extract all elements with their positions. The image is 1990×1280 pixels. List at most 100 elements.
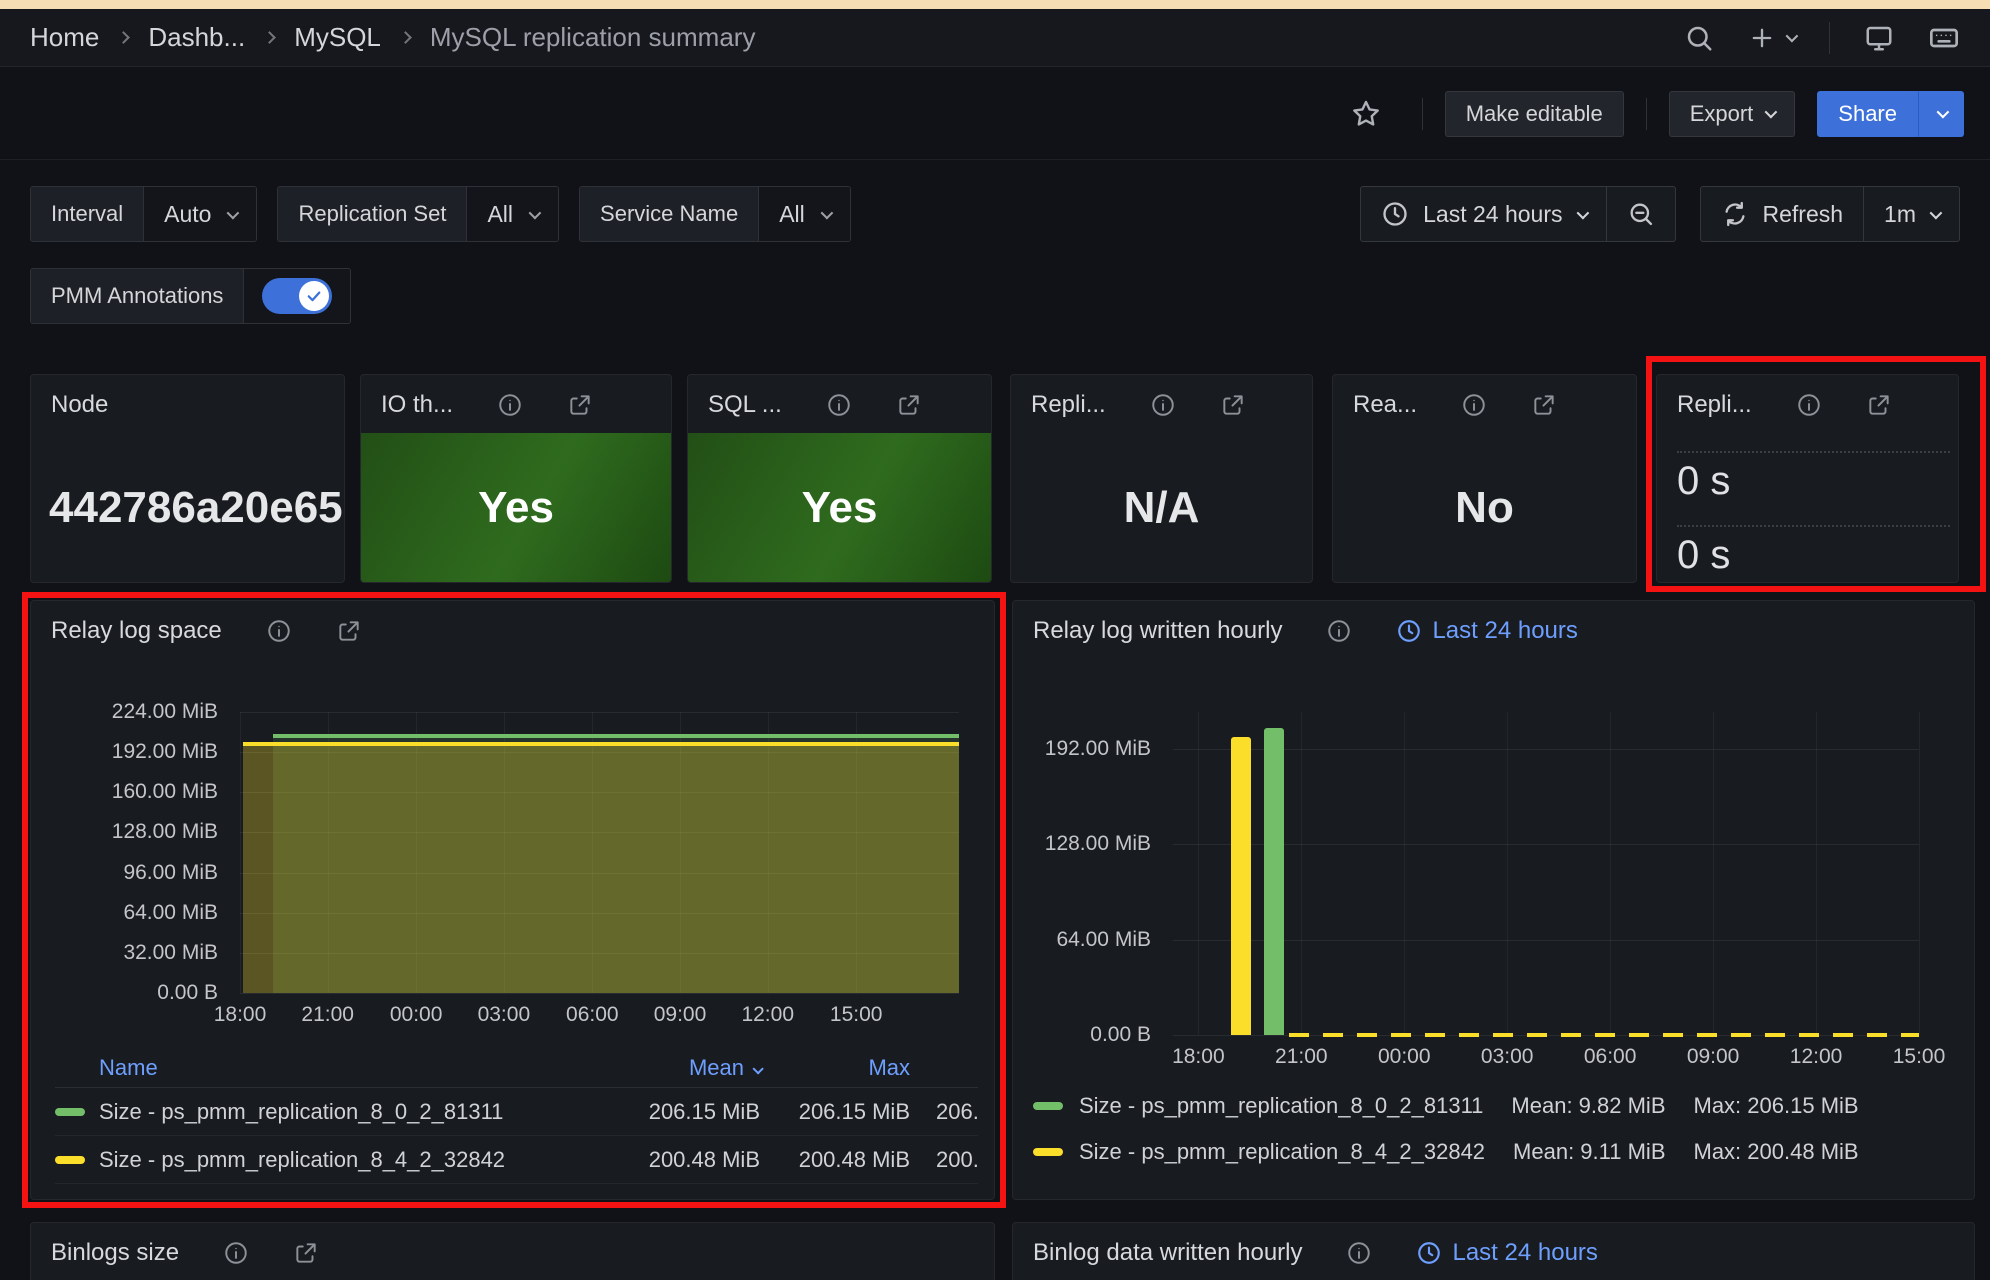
share-dropdown-button[interactable] [1918, 91, 1964, 137]
clock-icon [1416, 1240, 1442, 1266]
plot-area[interactable] [1173, 712, 1919, 1035]
info-icon[interactable] [1346, 1240, 1372, 1266]
breadcrumb-dashboards[interactable]: Dashb... [148, 22, 245, 53]
stat-value: 0 s [1677, 533, 1730, 578]
gridline [240, 993, 959, 994]
interval-control: Interval Auto [30, 186, 257, 242]
external-link-icon[interactable] [567, 392, 593, 418]
refresh-icon [1721, 200, 1749, 228]
breadcrumb-home[interactable]: Home [30, 22, 99, 53]
legend-table: Name Mean Max Size - ps_pmm_replication_… [55, 1048, 978, 1184]
y-tick-label: 160.00 MiB [112, 780, 218, 804]
legend-header-mean-label: Mean [689, 1055, 744, 1080]
external-link-icon[interactable] [293, 1240, 319, 1266]
x-tick-label: 12:00 [1790, 1045, 1843, 1069]
stat-value-area: N/A [1011, 433, 1312, 582]
info-icon[interactable] [1461, 392, 1487, 418]
x-tick-label: 03:00 [478, 1003, 531, 1027]
series-name[interactable]: Size - ps_pmm_replication_8_0_2_81311 [99, 1099, 590, 1125]
y-tick-label: 224.00 MiB [112, 700, 218, 724]
external-link-icon[interactable] [896, 392, 922, 418]
service-name-select[interactable]: All [759, 187, 850, 241]
share-button[interactable]: Share [1817, 91, 1918, 137]
legend-row[interactable]: Size - ps_pmm_replication_8_0_2_81311 20… [55, 1088, 978, 1136]
divider [1646, 98, 1647, 130]
y-tick-label: 0.00 B [1090, 1023, 1151, 1047]
external-link-icon[interactable] [1531, 392, 1557, 418]
y-tick-label: 128.00 MiB [1045, 832, 1151, 856]
gridline [1507, 712, 1508, 1035]
series-max: Max: 200.48 MiB [1694, 1139, 1859, 1165]
service-name-value: All [779, 201, 805, 228]
panel-title: Node [51, 391, 108, 419]
keyboard-icon[interactable] [1928, 22, 1960, 54]
panel-header: IO th... [361, 375, 671, 435]
series-swatch-yellow [55, 1156, 85, 1164]
legend-header-mean[interactable]: Mean [590, 1055, 760, 1081]
series-area[interactable] [243, 742, 959, 994]
time-range-button[interactable]: Last 24 hours [1361, 187, 1605, 241]
x-tick-label: 09:00 [654, 1003, 707, 1027]
variable-controls: Interval Auto Replication Set All Servic… [0, 185, 1990, 243]
x-tick-label: 18:00 [214, 1003, 267, 1027]
pmm-annotations-label: PMM Annotations [31, 269, 244, 323]
legend-row[interactable]: Size - ps_pmm_replication_8_4_2_32842 Me… [1033, 1129, 1968, 1175]
series-name[interactable]: Size - ps_pmm_replication_8_4_2_32842 [1079, 1139, 1485, 1165]
series-name[interactable]: Size - ps_pmm_replication_8_0_2_81311 [1079, 1093, 1483, 1119]
panel-time-range[interactable]: Last 24 hours [1416, 1239, 1597, 1267]
legend-row[interactable]: Size - ps_pmm_replication_8_4_2_32842 20… [55, 1136, 978, 1184]
refresh-interval-select[interactable]: 1m [1863, 187, 1959, 241]
series-last-clipped: 200.48 MiB [936, 1147, 978, 1173]
add-button[interactable] [1748, 24, 1795, 52]
panel-header: Rea... [1333, 375, 1636, 435]
x-tick-label: 03:00 [1481, 1045, 1534, 1069]
stat-value: N/A [1124, 483, 1200, 533]
info-icon[interactable] [826, 392, 852, 418]
refresh-button[interactable]: Refresh [1701, 187, 1864, 241]
legend-row[interactable]: Size - ps_pmm_replication_8_0_2_81311 Me… [1033, 1083, 1968, 1129]
bar[interactable] [1264, 728, 1284, 1035]
export-button[interactable]: Export [1669, 91, 1796, 137]
series-name[interactable]: Size - ps_pmm_replication_8_4_2_32842 [99, 1147, 590, 1173]
info-icon[interactable] [223, 1240, 249, 1266]
stat-value-area: 442786a20e65 [31, 433, 344, 582]
external-link-icon[interactable] [1220, 392, 1246, 418]
stat-panel-replication-delay: Repli... 0 s 0 s [1656, 374, 1959, 583]
panel-binlog-data-written-hourly: Binlog data written hourly Last 24 hours [1012, 1222, 1975, 1280]
check-icon [305, 287, 323, 305]
legend-header-max[interactable]: Max [760, 1055, 910, 1081]
info-icon[interactable] [1796, 392, 1822, 418]
legend-header-row: Name Mean Max [55, 1048, 978, 1088]
breadcrumb-mysql[interactable]: MySQL [294, 22, 381, 53]
divider [1422, 98, 1423, 130]
plot-area[interactable] [240, 712, 959, 993]
pmm-annotations-toggle[interactable] [262, 278, 332, 314]
monitor-icon[interactable] [1864, 23, 1894, 53]
x-tick-label: 00:00 [390, 1003, 443, 1027]
refresh-interval-value: 1m [1884, 201, 1916, 228]
gridline [1173, 749, 1919, 750]
zero-value-dashed-line [1289, 1033, 1919, 1037]
series-max: 200.48 MiB [760, 1147, 910, 1173]
replication-set-select[interactable]: All [467, 187, 558, 241]
stat-divider [1677, 451, 1950, 453]
stat-panel-replication-lag: Repli... N/A [1010, 374, 1313, 583]
star-icon[interactable] [1350, 98, 1382, 130]
series-mean: Mean: 9.82 MiB [1511, 1093, 1665, 1119]
interval-select[interactable]: Auto [144, 187, 256, 241]
share-button-group: Share [1817, 91, 1964, 137]
y-axis: 192.00 MiB128.00 MiB64.00 MiB0.00 B [1013, 712, 1173, 1035]
navbar: Home Dashb... MySQL MySQL replication su… [0, 9, 1990, 67]
make-editable-button[interactable]: Make editable [1445, 91, 1624, 137]
zoom-out-button[interactable] [1606, 187, 1675, 241]
interval-value: Auto [164, 201, 211, 228]
panel-header: Node [31, 375, 344, 435]
external-link-icon[interactable] [1866, 392, 1892, 418]
search-icon[interactable] [1684, 23, 1714, 53]
bar[interactable] [1231, 737, 1251, 1035]
info-icon[interactable] [1150, 392, 1176, 418]
info-icon[interactable] [497, 392, 523, 418]
clock-icon [1381, 200, 1409, 228]
legend-header-name[interactable]: Name [55, 1055, 590, 1081]
stat-panel-read-only: Rea... No [1332, 374, 1637, 583]
